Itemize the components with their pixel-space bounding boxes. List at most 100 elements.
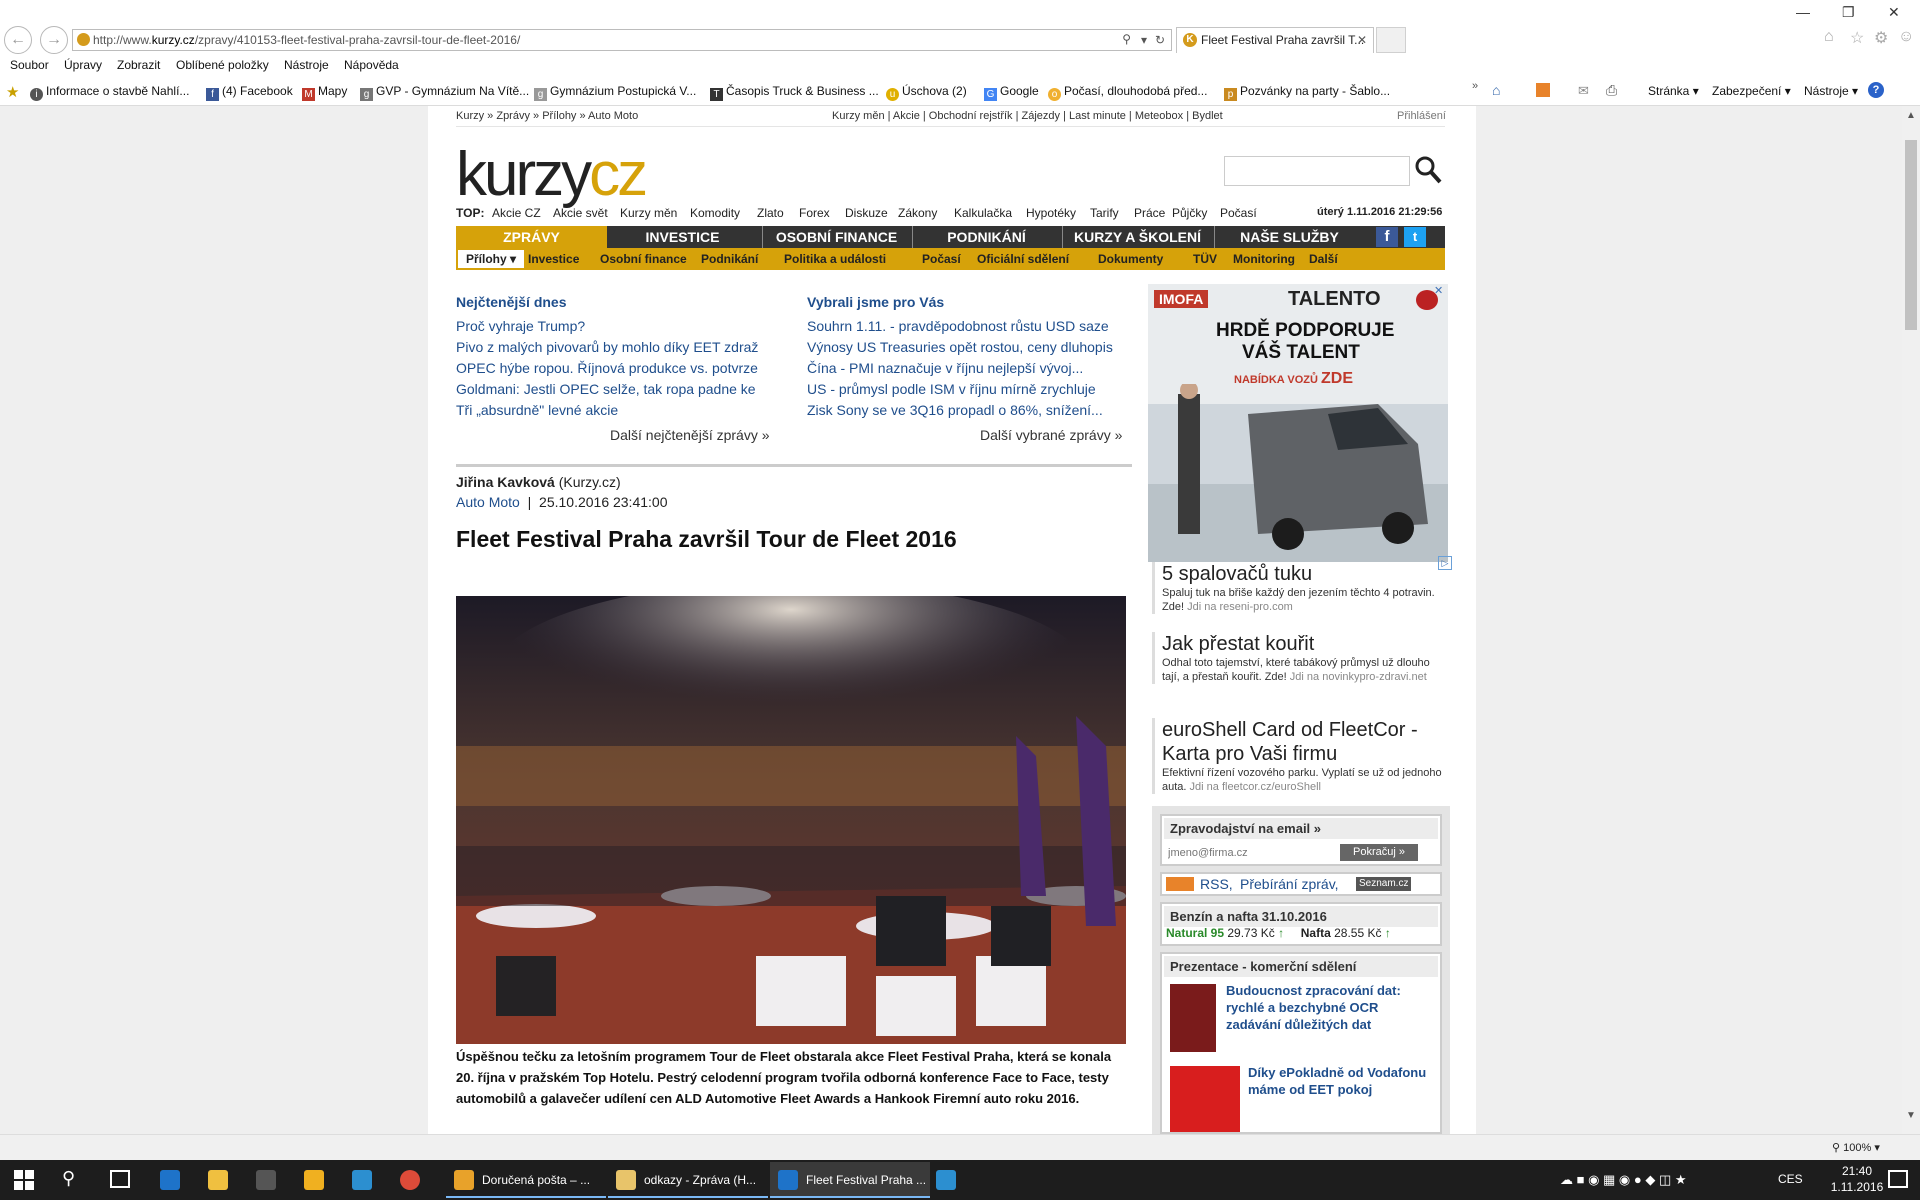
menu-item-help[interactable]: Nápověda	[344, 58, 399, 72]
top-nav-item[interactable]: Zlato	[757, 206, 784, 220]
sub-nav-item[interactable]: Monitoring	[1233, 248, 1295, 270]
search-icon[interactable]: ⚲	[1122, 30, 1131, 49]
main-nav-item-services[interactable]: NAŠE SLUŽBY	[1214, 226, 1364, 248]
list-item[interactable]: OPEC hýbe ropou. Říjnová produkce vs. po…	[456, 358, 786, 379]
twitter-icon[interactable]: t	[1404, 227, 1426, 247]
favorite-item[interactable]: G Google	[984, 84, 1039, 101]
promo-link[interactable]: Díky ePokladně od Vodafonu máme od EET p…	[1248, 1064, 1432, 1098]
sub-nav-item[interactable]: Osobní finance	[600, 248, 687, 270]
text-ad-title[interactable]: Jak přestat kouřit	[1162, 632, 1450, 656]
list-item[interactable]: Souhrn 1.11. - pravděpodobnost růstu USD…	[807, 316, 1133, 337]
sub-nav-item[interactable]: Počasí	[922, 248, 961, 270]
sub-nav-item[interactable]: Další	[1309, 248, 1338, 270]
site-logo[interactable]: kurzycz	[456, 144, 648, 206]
menu-item-view[interactable]: Zobrazit	[117, 58, 160, 72]
main-nav-item-finance[interactable]: OSOBNÍ FINANCE	[762, 226, 910, 248]
taskbar-item-message[interactable]: odkazy - Zpráva (H...	[608, 1162, 768, 1198]
notes-icon[interactable]	[352, 1170, 372, 1190]
picked-more-link[interactable]: Další vybrané zprávy »	[980, 427, 1122, 443]
back-button[interactable]: ←	[4, 26, 32, 54]
menu-item-tools[interactable]: Nástroje	[284, 58, 329, 72]
favorite-item[interactable]: o Počasí, dlouhodobá před...	[1048, 84, 1207, 101]
sub-nav-item[interactable]: Dokumenty	[1098, 248, 1163, 270]
favorite-item[interactable]: u Úschova (2)	[886, 84, 967, 101]
list-item[interactable]: Výnosy US Treasuries opět rostou, ceny d…	[807, 337, 1133, 358]
taskbar-item-mail[interactable]: Doručená pošta – ...	[446, 1162, 606, 1198]
notifications-icon[interactable]	[1888, 1170, 1908, 1188]
menu-item-favorites[interactable]: Oblíbené položky	[176, 58, 269, 72]
syndication-link[interactable]: Přebírání zpráv,	[1240, 874, 1339, 894]
menu-item-edit[interactable]: Úpravy	[64, 58, 102, 72]
rss-feed-icon[interactable]	[1536, 83, 1550, 97]
facebook-icon[interactable]: f	[1376, 227, 1398, 247]
vertical-scrollbar[interactable]: ▲ ▼	[1902, 106, 1920, 1134]
breadcrumb[interactable]: Kurzy » Zprávy » Přílohy » Auto Moto	[456, 110, 638, 122]
main-nav-item-business[interactable]: PODNIKÁNÍ	[912, 226, 1060, 248]
vodafone-logo-image[interactable]	[1170, 1066, 1240, 1132]
app-icon[interactable]	[936, 1170, 956, 1190]
tab-close-icon[interactable]: ✕	[1357, 28, 1367, 52]
command-security-menu[interactable]: Zabezpečení ▾	[1712, 84, 1791, 98]
favorite-item[interactable]: g GVP - Gymnázium Na Vítě...	[360, 84, 529, 101]
sub-nav-item-selected[interactable]: Přílohy ▾	[458, 250, 525, 268]
gear-icon[interactable]: ⚙	[1874, 28, 1888, 48]
text-ad[interactable]: 5 spalovačů tuku Spaluj tuk na břiše kaž…	[1152, 562, 1450, 614]
scrollbar-thumb[interactable]	[1905, 140, 1917, 330]
list-item[interactable]: Pivo z malých pivovarů by mohlo díky EET…	[456, 337, 786, 358]
list-item[interactable]: Čína - PMI naznačuje v říjnu nejlepší vý…	[807, 358, 1133, 379]
top-nav-item[interactable]: Kalkulačka	[954, 206, 1012, 220]
minimize-icon[interactable]: —	[1796, 4, 1810, 20]
list-item[interactable]: Zisk Sony se ve 3Q16 propadl o 86%, sníž…	[807, 400, 1133, 421]
favorite-item[interactable]: M Mapy	[302, 84, 347, 101]
favorite-item[interactable]: f (4) Facebook	[206, 84, 293, 101]
list-item[interactable]: US - průmysl podle ISM v říjnu mírně zry…	[807, 379, 1133, 400]
scroll-down-icon[interactable]: ▼	[1906, 1110, 1916, 1121]
text-ad[interactable]: euroShell Card od FleetCor - Karta pro V…	[1152, 718, 1450, 794]
top-nav-item[interactable]: Akcie svět	[553, 206, 608, 220]
maximize-icon[interactable]: ❐	[1842, 4, 1855, 21]
top-nav-item[interactable]: Hypotéky	[1026, 206, 1076, 220]
mail-icon[interactable]: ✉	[1578, 83, 1589, 99]
file-explorer-icon[interactable]	[208, 1170, 228, 1190]
language-indicator[interactable]: CES	[1778, 1172, 1803, 1186]
newsletter-submit-button[interactable]: Pokračuj »	[1340, 844, 1418, 861]
top-nav-item[interactable]: Půjčky	[1172, 206, 1207, 220]
favorite-item[interactable]: p Pozvánky na party - Šablo...	[1224, 84, 1390, 101]
tray-icons[interactable]: ☁ ■ ◉ ▦ ◉ ● ◆ ◫ ★	[1560, 1172, 1687, 1188]
clock-time[interactable]: 21:40	[1828, 1164, 1886, 1178]
list-item[interactable]: Goldmani: Jestli OPEC selže, tak ropa pa…	[456, 379, 786, 400]
task-view-icon[interactable]	[110, 1170, 130, 1188]
top-links[interactable]: Kurzy měn | Akcie | Obchodní rejstřík | …	[832, 110, 1223, 122]
top-nav-item[interactable]: Komodity	[690, 206, 740, 220]
most-read-more-link[interactable]: Další nejčtenější zprávy »	[610, 427, 770, 443]
main-nav-item-news[interactable]: ZPRÁVY	[456, 226, 607, 248]
forward-button[interactable]: →	[40, 26, 68, 54]
menu-item-file[interactable]: Soubor	[10, 58, 49, 72]
ad-banner[interactable]: IMOFA TALENTO HRDĚ PODPORUJE VÁŠ TALENT …	[1148, 284, 1448, 562]
search-button[interactable]	[1413, 154, 1443, 186]
text-ad[interactable]: Jak přestat kouřit Odhal toto tajemství,…	[1152, 632, 1450, 684]
main-nav-item-courses[interactable]: KURZY A ŠKOLENÍ	[1062, 226, 1212, 248]
newsletter-email-input[interactable]	[1168, 844, 1336, 861]
newsletter-title[interactable]: Zpravodajství na email »	[1164, 818, 1438, 839]
refresh-icon[interactable]: ↻	[1155, 30, 1165, 50]
address-bar[interactable]: http://www.kurzy.cz/zpravy/410153-fleet-…	[72, 29, 1172, 51]
seznam-button[interactable]: Seznam.cz	[1356, 877, 1412, 891]
favorites-add-icon[interactable]: ★	[6, 83, 19, 101]
list-item[interactable]: Proč vyhraje Trump?	[456, 316, 786, 337]
top-nav-item[interactable]: Akcie CZ	[492, 206, 541, 220]
close-window-icon[interactable]: ✕	[1888, 4, 1900, 21]
text-ad-title[interactable]: 5 spalovačů tuku	[1162, 562, 1450, 586]
taskbar-item-browser[interactable]: Fleet Festival Praha ...	[770, 1162, 930, 1198]
home-icon[interactable]: ⌂	[1824, 28, 1834, 46]
search-dropdown-icon[interactable]: ▾	[1141, 30, 1147, 50]
help-icon[interactable]: ?	[1868, 82, 1884, 98]
favorite-item[interactable]: i Informace o stavbě Nahlí...	[30, 84, 189, 101]
favorites-star-icon[interactable]: ☆	[1850, 28, 1864, 48]
sub-nav-item[interactable]: Politika a události	[784, 248, 886, 270]
new-tab-button[interactable]	[1376, 27, 1406, 53]
top-nav-item[interactable]: Diskuze	[845, 206, 888, 220]
chevron-more-icon[interactable]: »	[1472, 80, 1478, 92]
sub-nav-item[interactable]: Oficiální sdělení	[977, 248, 1069, 270]
smiley-icon[interactable]: ☺	[1898, 28, 1914, 46]
